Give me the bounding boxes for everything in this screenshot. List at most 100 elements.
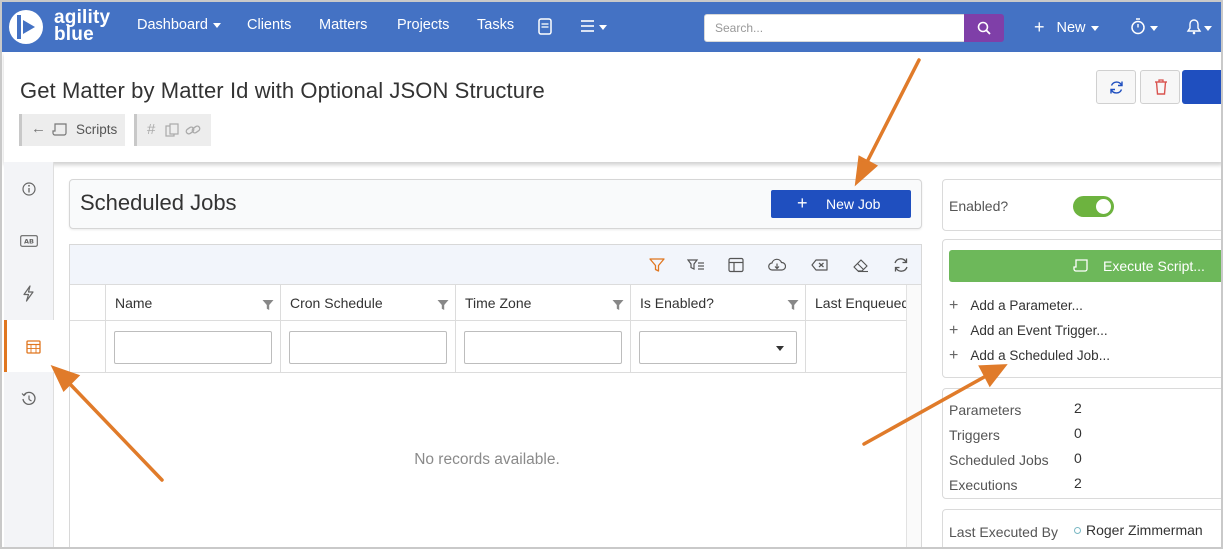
tab-history[interactable] [4,372,54,424]
column-header-cron-schedule[interactable]: Cron Schedule [290,295,383,311]
search-button[interactable] [964,14,1004,42]
filter-name-input[interactable] [114,331,272,364]
empty-state-text: No records available. [414,451,560,468]
breadcrumb-scripts[interactable]: ← Scripts [19,114,125,146]
scheduled-jobs-header: Scheduled Jobs + New Job [69,179,922,229]
timer-dropdown[interactable] [1131,18,1159,40]
notifications-dropdown[interactable] [1186,18,1214,40]
nav-clients[interactable]: Clients [247,17,291,33]
column-header-time-zone[interactable]: Time Zone [465,295,531,311]
add-parameter-link[interactable]: + Add a Parameter... [949,297,1083,315]
filter-cron-input[interactable] [289,331,447,364]
add-event-trigger-link[interactable]: + Add an Event Trigger... [949,322,1108,340]
plus-icon: + [949,347,959,364]
execute-script-button[interactable]: Execute Script... [949,250,1221,282]
add-parameter-label: Add a Parameter... [970,298,1083,313]
grid-filter-row [70,321,921,373]
id-copy-tools: # [134,114,211,146]
stat-value-triggers: 0 [1074,425,1082,441]
enabled-label: Enabled? [949,198,1009,214]
last-executed-user[interactable]: Roger Zimmerman [1086,522,1203,538]
copy-icon[interactable] [165,123,179,137]
refresh-button[interactable] [1096,70,1136,104]
stat-value-scheduled-jobs: 0 [1074,450,1082,466]
actions-card: Execute Script... + Add a Parameter... + A… [942,239,1221,378]
search-icon [977,21,991,35]
filter-enabled-select[interactable] [639,331,797,364]
last-executed-label: Last Executed By [949,524,1058,540]
hash-icon[interactable]: # [147,121,155,138]
info-icon [22,182,36,196]
nav-matters[interactable]: Matters [319,17,367,33]
plus-icon: + [1034,17,1045,37]
ledger-icon[interactable] [538,18,553,35]
chevron-down-icon [212,22,221,28]
tab-info[interactable] [4,162,54,214]
tab-scheduled-jobs[interactable] [4,320,54,372]
toggle-knob [1096,199,1111,214]
nav-dashboard-label: Dashboard [137,17,208,33]
delete-button[interactable] [1140,70,1180,104]
vertical-scrollbar[interactable] [906,285,921,547]
nav-dashboard[interactable]: Dashboard [137,17,221,33]
filter-timezone-input[interactable] [464,331,622,364]
primary-action-button[interactable] [1182,70,1221,104]
column-filter-funnel-icon[interactable] [262,299,274,311]
nav-projects[interactable]: Projects [397,17,449,33]
svg-text:AB: AB [24,238,34,246]
new-job-label: New Job [826,196,881,212]
app-window: agility blue Dashboard Clients Matters P… [0,0,1223,549]
plus-icon: + [949,297,959,314]
stats-card: Parameters 2 Triggers 0 Scheduled Jobs 0… [942,388,1221,499]
trash-icon [1155,79,1167,95]
logo-word-2: blue [54,24,94,45]
column-filter-funnel-icon[interactable] [612,299,624,311]
ab-field-icon: AB [20,235,38,247]
history-icon [21,391,36,405]
add-scheduled-job-link[interactable]: + Add a Scheduled Job... [949,347,1110,365]
calendar-icon [26,340,41,354]
logo-mark-icon [9,10,43,44]
column-header-last-enqueued[interactable]: Last Enqueued [815,295,909,311]
page-title: Get Matter by Matter Id with Optional JS… [20,78,545,103]
stat-value-executions: 2 [1074,475,1082,491]
clear-filter-icon[interactable] [811,257,829,273]
tab-triggers[interactable] [4,266,54,318]
nav-tasks[interactable]: Tasks [477,17,514,33]
breadcrumb-label: Scripts [76,122,118,137]
bell-icon [1186,19,1212,35]
new-job-button[interactable]: + New Job [771,190,911,218]
download-cloud-icon[interactable] [768,257,786,273]
link-icon[interactable] [185,123,201,137]
stat-value-parameters: 2 [1074,400,1082,416]
column-filter-icon[interactable] [687,257,705,273]
top-navbar: agility blue Dashboard Clients Matters P… [2,2,1221,52]
page-header: Get Matter by Matter Id with Optional JS… [4,52,1221,162]
last-executed-card: Last Executed By Roger Zimmerman [942,509,1221,547]
column-header-name[interactable]: Name [115,295,152,311]
enabled-toggle[interactable] [1073,196,1114,217]
user-status-dot-icon [1074,527,1081,534]
column-filter-funnel-icon[interactable] [787,299,799,311]
scheduled-jobs-grid: Name Cron Schedule Time Zone Is Enabled?… [69,244,922,547]
grid-refresh-icon[interactable] [892,257,910,273]
menu-lines-icon [581,20,607,32]
section-title: Scheduled Jobs [80,190,237,215]
left-tab-rail: AB [4,162,54,547]
menu-lines-dropdown[interactable] [580,18,608,39]
tab-parameters[interactable]: AB [4,214,54,266]
stat-label-executions: Executions [949,477,1018,493]
columns-layout-icon[interactable] [727,257,745,273]
stat-label-scheduled-jobs: Scheduled Jobs [949,452,1049,468]
plus-icon: + [797,193,808,213]
chevron-down-icon [776,346,784,351]
logo[interactable]: agility blue [8,7,120,47]
column-header-is-enabled[interactable]: Is Enabled? [640,295,714,311]
filter-icon[interactable] [648,257,666,273]
column-filter-funnel-icon[interactable] [437,299,449,311]
new-menu[interactable]: + New [1034,16,1099,37]
search-input[interactable]: Search... [704,14,965,42]
execute-script-label: Execute Script... [1103,258,1205,274]
add-scheduled-job-label: Add a Scheduled Job... [970,348,1110,363]
eraser-icon[interactable] [852,257,870,273]
